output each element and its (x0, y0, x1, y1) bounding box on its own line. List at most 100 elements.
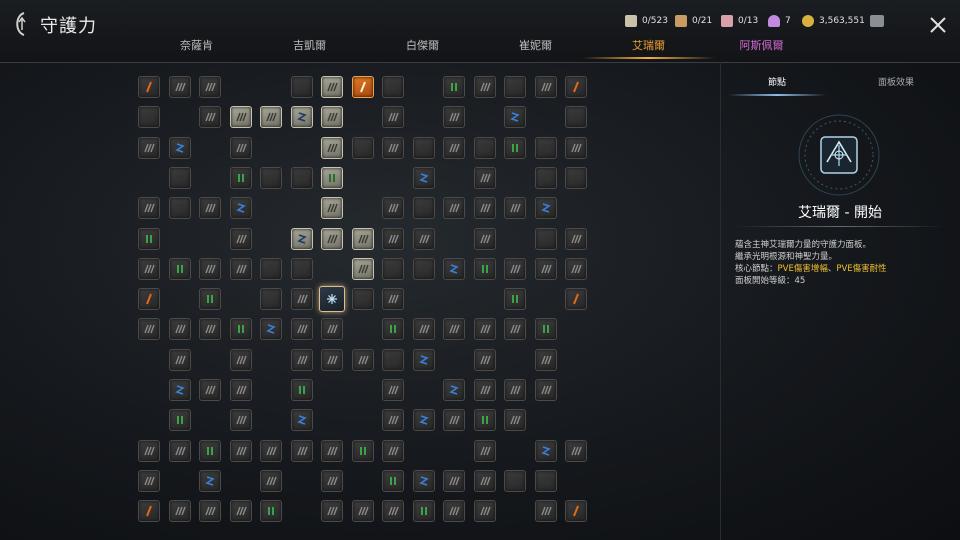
close-icon[interactable] (928, 15, 948, 35)
node-activated[interactable] (321, 76, 343, 98)
node-empty[interactable] (504, 137, 526, 159)
node-empty[interactable] (535, 76, 557, 98)
node-core-start[interactable] (319, 286, 345, 312)
node-blue[interactable] (413, 349, 435, 371)
node-locked[interactable] (504, 76, 526, 98)
node-empty[interactable] (413, 500, 435, 522)
node-locked[interactable] (260, 258, 282, 280)
node-empty[interactable] (199, 106, 221, 128)
node-empty[interactable] (199, 197, 221, 219)
node-empty[interactable] (535, 349, 557, 371)
node-empty[interactable] (504, 379, 526, 401)
node-locked[interactable] (504, 470, 526, 492)
tab-ariel[interactable]: 艾瑞爾 (582, 38, 715, 60)
node-locked[interactable] (565, 106, 587, 128)
node-blue-activated[interactable] (291, 228, 313, 250)
node-locked[interactable] (352, 288, 374, 310)
node-locked[interactable] (260, 167, 282, 189)
node-blue[interactable] (443, 379, 465, 401)
node-blue[interactable] (535, 440, 557, 462)
node-activated[interactable] (230, 106, 252, 128)
node-empty[interactable] (474, 76, 496, 98)
node-blue[interactable] (260, 318, 282, 340)
node-empty[interactable] (443, 137, 465, 159)
node-locked[interactable] (382, 349, 404, 371)
node-empty[interactable] (474, 470, 496, 492)
node-empty[interactable] (138, 440, 160, 462)
node-empty[interactable] (474, 167, 496, 189)
node-orange[interactable] (565, 288, 587, 310)
node-locked[interactable] (260, 288, 282, 310)
node-locked[interactable] (291, 258, 313, 280)
node-empty[interactable] (230, 349, 252, 371)
node-empty[interactable] (474, 197, 496, 219)
node-empty[interactable] (443, 318, 465, 340)
node-blue[interactable] (169, 137, 191, 159)
node-empty[interactable] (474, 318, 496, 340)
node-orange[interactable] (138, 288, 160, 310)
node-empty[interactable] (230, 167, 252, 189)
node-empty[interactable] (169, 76, 191, 98)
node-empty[interactable] (138, 137, 160, 159)
node-locked[interactable] (382, 76, 404, 98)
node-empty[interactable] (169, 409, 191, 431)
node-activated[interactable] (321, 228, 343, 250)
node-locked[interactable] (169, 167, 191, 189)
node-empty[interactable] (169, 500, 191, 522)
node-orange[interactable] (138, 500, 160, 522)
node-blue[interactable] (504, 106, 526, 128)
node-locked[interactable] (138, 106, 160, 128)
back-emblem-icon[interactable] (10, 10, 34, 38)
node-empty[interactable] (504, 258, 526, 280)
tab-vaizel[interactable]: 白傑爾 (366, 38, 479, 60)
node-empty[interactable] (199, 258, 221, 280)
node-orange-activated[interactable] (352, 76, 374, 98)
node-empty[interactable] (382, 500, 404, 522)
node-locked[interactable] (352, 137, 374, 159)
node-locked[interactable] (291, 76, 313, 98)
node-empty[interactable] (230, 379, 252, 401)
node-empty[interactable] (504, 409, 526, 431)
node-empty[interactable] (321, 318, 343, 340)
node-empty[interactable] (504, 318, 526, 340)
node-empty[interactable] (474, 258, 496, 280)
node-empty[interactable] (565, 440, 587, 462)
node-blue[interactable] (169, 379, 191, 401)
node-empty[interactable] (443, 409, 465, 431)
node-empty[interactable] (382, 318, 404, 340)
node-orange[interactable] (565, 500, 587, 522)
node-empty[interactable] (474, 440, 496, 462)
node-empty[interactable] (138, 258, 160, 280)
node-empty[interactable] (291, 288, 313, 310)
node-activated[interactable] (321, 106, 343, 128)
node-green-activated[interactable] (321, 167, 343, 189)
node-empty[interactable] (230, 500, 252, 522)
node-empty[interactable] (230, 440, 252, 462)
node-empty[interactable] (138, 228, 160, 250)
node-blue[interactable] (413, 167, 435, 189)
node-empty[interactable] (169, 258, 191, 280)
node-empty[interactable] (138, 318, 160, 340)
node-empty[interactable] (382, 197, 404, 219)
node-blue[interactable] (443, 258, 465, 280)
node-locked[interactable] (413, 197, 435, 219)
node-empty[interactable] (230, 228, 252, 250)
tab-board-effects[interactable]: 面板效果 (878, 75, 914, 88)
node-empty[interactable] (352, 349, 374, 371)
node-empty[interactable] (565, 258, 587, 280)
node-empty[interactable] (199, 379, 221, 401)
node-empty[interactable] (504, 288, 526, 310)
node-locked[interactable] (413, 258, 435, 280)
node-locked[interactable] (474, 137, 496, 159)
node-empty[interactable] (260, 470, 282, 492)
chest-icon[interactable] (870, 15, 884, 27)
node-blue[interactable] (413, 409, 435, 431)
node-empty[interactable] (474, 500, 496, 522)
node-empty[interactable] (382, 470, 404, 492)
node-locked[interactable] (565, 167, 587, 189)
tab-nezakan[interactable]: 奈薩肯 (140, 38, 253, 60)
node-empty[interactable] (535, 258, 557, 280)
node-blue[interactable] (199, 470, 221, 492)
node-locked[interactable] (535, 137, 557, 159)
node-empty[interactable] (230, 258, 252, 280)
